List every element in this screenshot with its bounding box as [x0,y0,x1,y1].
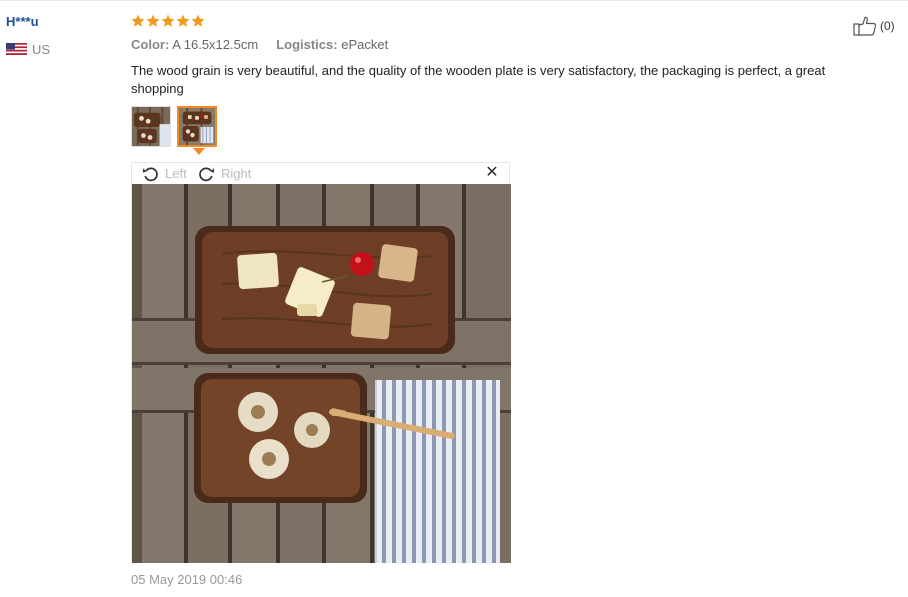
reviewer-name: H***u [6,14,39,29]
star-icon [161,14,175,27]
divider [0,0,908,1]
star-icon [131,14,145,27]
star-icon [191,14,205,27]
star-icon [146,14,160,27]
color-label: Color: [131,37,170,52]
logistics-value: ePacket [341,37,389,52]
review-photo [132,184,511,563]
viewer-toolbar: Left Right ✕ [132,163,509,184]
reviewer-country: US [6,41,50,57]
image-viewer: Left Right ✕ [131,162,511,563]
star-icon [176,14,190,27]
star-rating [131,14,206,28]
rotate-left-button[interactable]: Left [142,165,187,182]
logistics-label: Logistics: [276,37,338,52]
country-code: US [32,41,51,57]
us-flag-icon [6,43,27,55]
thumbnail-2[interactable] [177,106,217,147]
thumbs-up-icon [853,16,877,36]
rotate-right-button[interactable]: Right [198,165,251,182]
review-date: 05 May 2019 00:46 [131,572,243,587]
rotate-left-label: Left [165,166,187,181]
rotate-left-icon [142,167,158,182]
helpful-count: (0) [880,19,895,33]
review-text: The wood grain is very beautiful, and th… [131,63,826,96]
rotate-right-label: Right [221,166,252,181]
color-value: A 16.5x12.5cm [172,37,259,52]
review-thumbnails [131,106,223,147]
helpful-button[interactable]: (0) [853,15,895,37]
review-meta: Color: A 16.5x12.5cm Logistics: ePacket [131,37,388,52]
rotate-right-icon [199,167,215,182]
thumbnail-1[interactable] [131,106,171,147]
close-icon[interactable]: ✕ [484,165,500,181]
active-thumbnail-pointer [193,148,205,155]
